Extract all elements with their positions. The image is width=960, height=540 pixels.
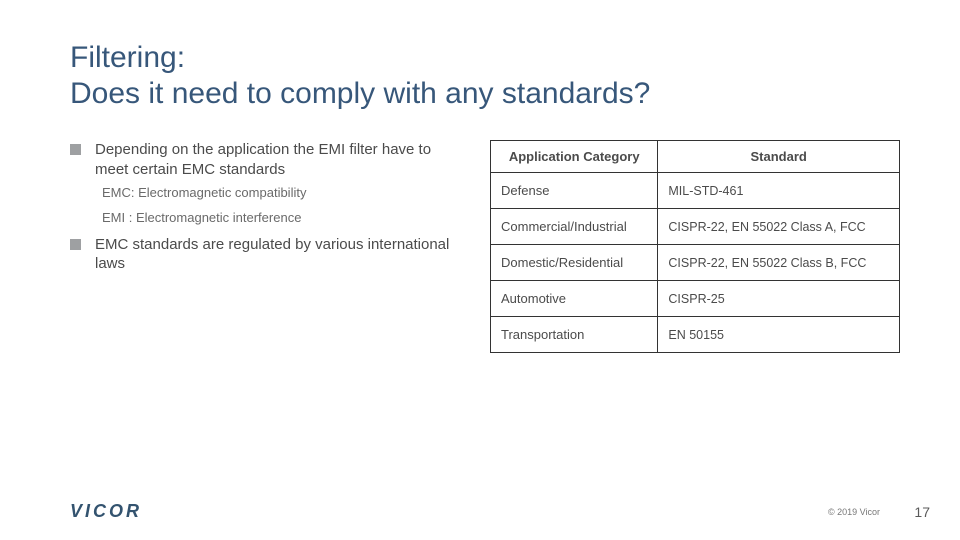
- table-row: Transportation EN 50155: [491, 317, 900, 353]
- cell-category: Commercial/Industrial: [491, 209, 658, 245]
- slide: Filtering: Does it need to comply with a…: [0, 0, 960, 540]
- page-number: 17: [900, 504, 930, 520]
- bullet-text: Depending on the application the EMI fil…: [95, 140, 460, 179]
- bullet-text: EMC standards are regulated by various i…: [95, 235, 460, 274]
- table-row: Domestic/Residential CISPR-22, EN 55022 …: [491, 245, 900, 281]
- table-header-row: Application Category Standard: [491, 141, 900, 173]
- bullet-item: Depending on the application the EMI fil…: [70, 140, 460, 179]
- bullet-list: Depending on the application the EMI fil…: [70, 140, 460, 353]
- cell-standard: CISPR-25: [658, 281, 900, 317]
- vicor-logo: VICOR: [70, 501, 142, 522]
- copyright-text: © 2019 Vicor: [828, 507, 880, 517]
- sub-bullet: EMC: Electromagnetic compatibility: [102, 185, 460, 202]
- cell-category: Domestic/Residential: [491, 245, 658, 281]
- title-line-2: Does it need to comply with any standard…: [70, 76, 900, 112]
- cell-standard: CISPR-22, EN 55022 Class B, FCC: [658, 245, 900, 281]
- bullet-item: EMC standards are regulated by various i…: [70, 235, 460, 274]
- header-category: Application Category: [491, 141, 658, 173]
- footer: VICOR © 2019 Vicor 17: [70, 501, 930, 522]
- table-row: Commercial/Industrial CISPR-22, EN 55022…: [491, 209, 900, 245]
- sub-bullet: EMI : Electromagnetic interference: [102, 210, 460, 227]
- cell-standard: EN 50155: [658, 317, 900, 353]
- standards-table-container: Application Category Standard Defense MI…: [490, 140, 900, 353]
- standards-table: Application Category Standard Defense MI…: [490, 140, 900, 353]
- content-area: Depending on the application the EMI fil…: [70, 140, 900, 353]
- title-line-1: Filtering:: [70, 40, 900, 76]
- cell-standard: MIL-STD-461: [658, 173, 900, 209]
- cell-category: Transportation: [491, 317, 658, 353]
- square-bullet-icon: [70, 239, 81, 250]
- square-bullet-icon: [70, 144, 81, 155]
- cell-standard: CISPR-22, EN 55022 Class A, FCC: [658, 209, 900, 245]
- header-standard: Standard: [658, 141, 900, 173]
- cell-category: Defense: [491, 173, 658, 209]
- table-row: Automotive CISPR-25: [491, 281, 900, 317]
- cell-category: Automotive: [491, 281, 658, 317]
- table-row: Defense MIL-STD-461: [491, 173, 900, 209]
- slide-title: Filtering: Does it need to comply with a…: [70, 40, 900, 112]
